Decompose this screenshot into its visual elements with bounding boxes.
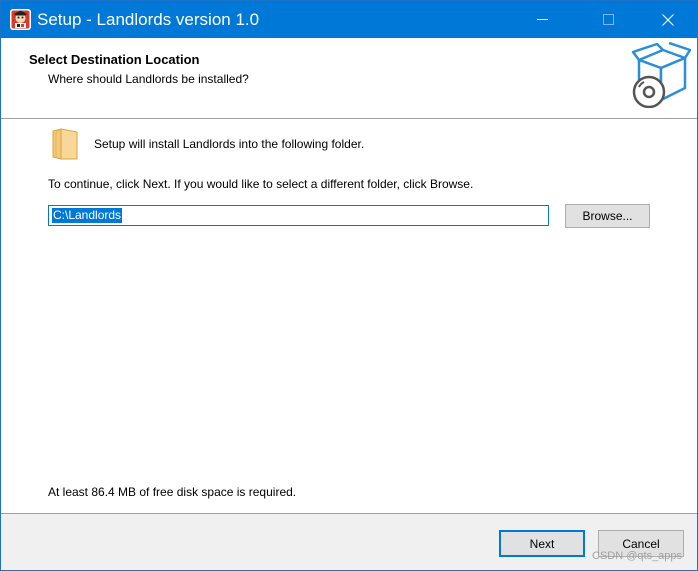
select-dir-label: Setup will install Landlords into the fo…	[94, 137, 365, 151]
page-subtitle: Where should Landlords be installed?	[48, 72, 249, 86]
setup-window: Setup - Landlords version 1.0 Select Des…	[0, 0, 698, 571]
minimize-icon	[536, 19, 548, 20]
app-icon	[10, 9, 31, 30]
disk-space-label: At least 86.4 MB of free disk space is r…	[48, 485, 297, 499]
wizard-header: Select Destination Location Where should…	[1, 38, 697, 118]
minimize-button[interactable]	[519, 1, 565, 38]
close-button[interactable]	[645, 1, 691, 38]
software-box-icon	[631, 42, 691, 108]
destination-path-input[interactable]: C:\Landlords	[48, 205, 549, 226]
next-button[interactable]: Next	[499, 530, 585, 557]
maximize-icon	[602, 14, 614, 25]
instruction-text: To continue, click Next. If you would li…	[48, 177, 474, 191]
window-title: Setup - Landlords version 1.0	[37, 10, 260, 29]
watermark: CSDN @qts_apps	[592, 550, 683, 562]
wizard-content: Setup will install Landlords into the fo…	[1, 119, 697, 513]
maximize-button[interactable]	[585, 1, 631, 38]
browse-button[interactable]: Browse...	[565, 204, 650, 228]
folder-icon	[52, 128, 78, 160]
title-bar[interactable]: Setup - Landlords version 1.0	[1, 1, 697, 38]
destination-path-value: C:\Landlords	[52, 208, 123, 223]
close-icon	[662, 13, 674, 26]
page-title: Select Destination Location	[29, 52, 200, 67]
